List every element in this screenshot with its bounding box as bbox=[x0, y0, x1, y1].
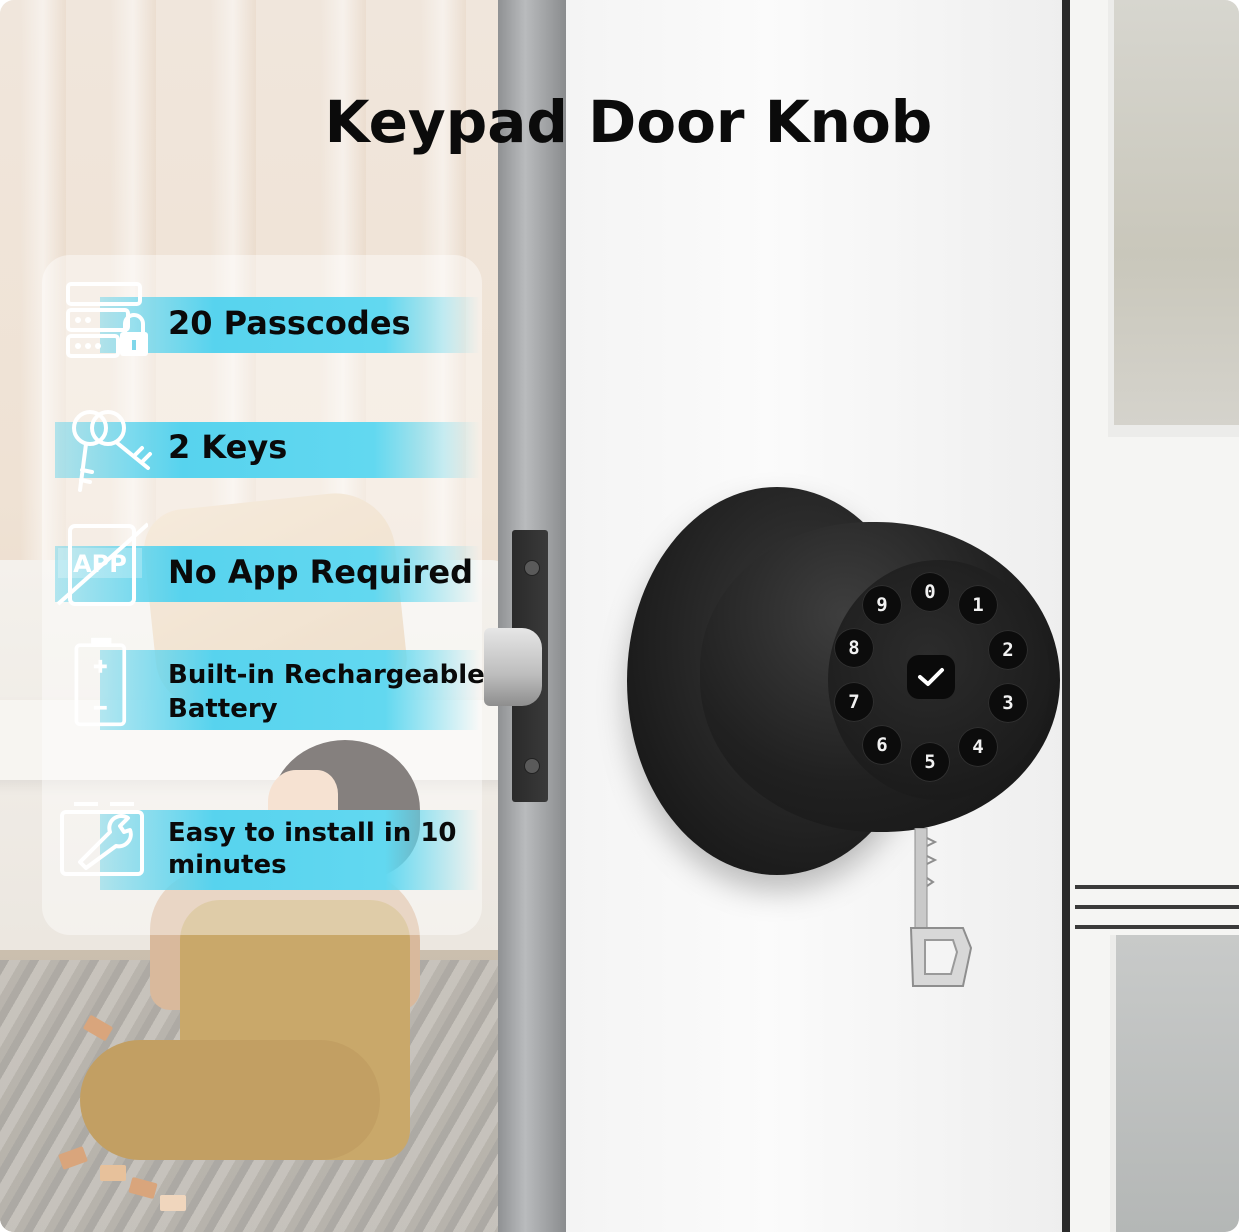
server-lock-icon bbox=[66, 282, 148, 358]
keys-icon bbox=[72, 410, 152, 492]
feature-label: No App Required bbox=[168, 553, 474, 591]
feature-label-line2: minutes bbox=[168, 850, 287, 880]
feature-label-line1: Built-in Rechargeable bbox=[168, 660, 485, 690]
keypad-key-5: 5 bbox=[910, 742, 950, 782]
toy-block bbox=[100, 1165, 126, 1181]
wall-trim bbox=[1075, 885, 1239, 889]
keypad-key-0: 0 bbox=[910, 572, 950, 612]
wall-trim bbox=[1075, 905, 1239, 909]
check-icon bbox=[918, 668, 944, 686]
confirm-button bbox=[907, 655, 955, 699]
keypad-key-7: 7 bbox=[834, 682, 874, 722]
page-title: Keypad Door Knob bbox=[324, 88, 933, 156]
keypad-key-1: 1 bbox=[958, 585, 998, 625]
door-frame bbox=[1062, 0, 1070, 1232]
battery-icon bbox=[74, 637, 127, 727]
feature-label-line1: Easy to install in 10 bbox=[168, 818, 457, 848]
keypad-key-4: 4 bbox=[958, 727, 998, 767]
feature-label: 2 Keys bbox=[168, 428, 288, 466]
latch-bolt bbox=[484, 628, 542, 706]
toy-block bbox=[160, 1195, 186, 1211]
feature-label-line2: Battery bbox=[168, 694, 278, 724]
screw bbox=[524, 758, 540, 774]
keypad-key-6: 6 bbox=[862, 725, 902, 765]
key-icon bbox=[909, 828, 973, 987]
keypad-key-8: 8 bbox=[834, 628, 874, 668]
window-upper bbox=[1108, 0, 1239, 437]
window-lower bbox=[1110, 935, 1239, 1232]
keypad-key-3: 3 bbox=[988, 683, 1028, 723]
child-legs bbox=[80, 1040, 380, 1160]
keypad-key-9: 9 bbox=[862, 585, 902, 625]
no-app-icon: APP bbox=[56, 522, 148, 606]
screw bbox=[524, 560, 540, 576]
wall-trim bbox=[1075, 925, 1239, 929]
wrench-icon bbox=[60, 802, 144, 876]
feature-label: 20 Passcodes bbox=[168, 304, 411, 342]
keypad-key-2: 2 bbox=[988, 630, 1028, 670]
product-image: 0 1 2 3 4 5 6 7 8 9 Keypad Door Knob 20 … bbox=[0, 0, 1239, 1232]
